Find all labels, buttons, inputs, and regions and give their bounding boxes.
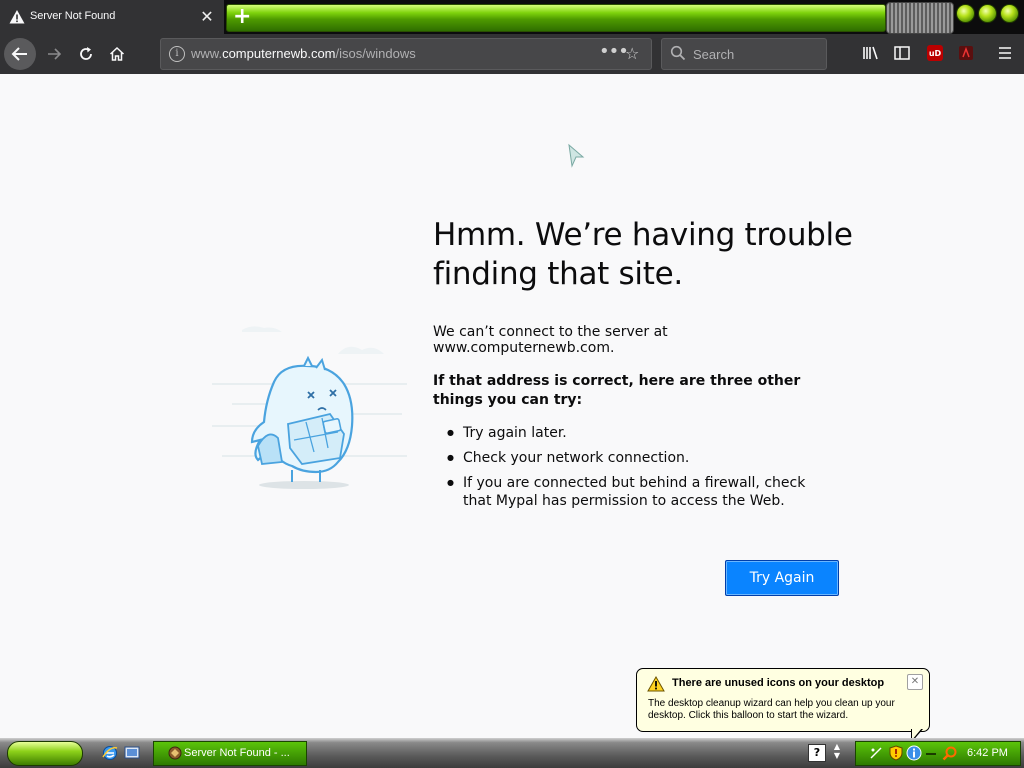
back-button[interactable] — [4, 38, 36, 70]
site-info-icon[interactable]: i — [169, 46, 185, 62]
volume-icon[interactable] — [926, 752, 936, 756]
tab-strip: Server Not Found ✕ + — [0, 0, 1024, 34]
address-bar[interactable]: i www.computernewb.com/isos/windows ••• … — [160, 38, 652, 70]
error-heading: Hmm. We’re having trouble finding that s… — [433, 217, 853, 292]
new-tab-area[interactable]: + — [226, 4, 886, 32]
title-bar-grille[interactable] — [886, 2, 954, 34]
list-item: If you are connected but behind a firewa… — [433, 474, 833, 510]
internet-explorer-icon[interactable] — [101, 744, 119, 762]
error-message: We can’t connect to the server at www.co… — [433, 324, 668, 356]
minimize-button[interactable] — [956, 4, 975, 23]
warning-icon — [9, 10, 25, 24]
try-again-button[interactable]: Try Again — [725, 560, 839, 596]
balloon-text: The desktop cleanup wizard can help you … — [648, 698, 895, 721]
clock[interactable]: 6:42 PM — [967, 747, 1008, 759]
taskbar-item-label: Server Not Found - ... — [184, 747, 290, 759]
show-desktop-icon[interactable] — [123, 744, 141, 762]
forward-arrow-icon — [48, 48, 62, 60]
security-shield-icon[interactable] — [889, 745, 903, 761]
home-button[interactable] — [101, 38, 133, 70]
extension-icon[interactable] — [955, 42, 977, 64]
balloon-close-icon[interactable]: ✕ — [907, 674, 923, 690]
sidebar-icon[interactable] — [891, 42, 913, 64]
list-item: Check your network connection. — [433, 449, 833, 467]
search-placeholder: Search — [693, 47, 735, 62]
tray-expand-icon[interactable]: ▲ ▼ — [832, 742, 842, 760]
update-info-icon[interactable] — [906, 745, 922, 761]
taskbar: Server Not Found - ... ? ▲ ▼ 6:42 PM — [0, 738, 1024, 768]
dinosaur-illustration — [212, 326, 407, 489]
warning-icon — [647, 676, 665, 692]
library-icon[interactable] — [860, 42, 882, 64]
taskbar-item-browser[interactable]: Server Not Found - ... — [153, 741, 307, 766]
ublock-icon[interactable]: uD — [924, 42, 946, 64]
list-item: Try again later. — [433, 424, 833, 442]
help-icon[interactable]: ? — [808, 744, 826, 762]
reload-button[interactable] — [70, 38, 102, 70]
tab-title: Server Not Found — [30, 10, 116, 22]
desktop-cleanup-balloon[interactable]: There are unused icons on your desktop ✕… — [636, 668, 930, 743]
reload-icon — [80, 47, 92, 60]
browser-app-icon — [168, 746, 182, 760]
network-icon[interactable] — [870, 747, 882, 759]
url-text[interactable]: www.computernewb.com/isos/windows — [191, 46, 416, 61]
search-input[interactable]: Search — [661, 38, 827, 70]
balloon-title: There are unused icons on your desktop — [672, 677, 885, 689]
home-icon — [109, 46, 125, 61]
mouse-cursor-icon — [568, 143, 585, 168]
back-arrow-icon — [11, 47, 27, 61]
search-icon — [670, 45, 686, 61]
bookmark-star-icon[interactable]: ☆ — [625, 44, 639, 63]
hamburger-menu-icon[interactable] — [994, 42, 1016, 64]
tab-server-not-found[interactable]: Server Not Found ✕ — [0, 0, 224, 34]
suggestions-heading: If that address is correct, here are thr… — [433, 373, 801, 408]
search-tray-icon[interactable] — [942, 745, 958, 761]
system-tray: 6:42 PM — [855, 741, 1021, 766]
navigation-toolbar: i www.computernewb.com/isos/windows ••• … — [0, 34, 1024, 74]
suggestions-list: Try again later. Check your network conn… — [433, 424, 833, 517]
close-window-button[interactable] — [1000, 4, 1019, 23]
new-tab-button[interactable]: + — [233, 4, 251, 30]
maximize-button[interactable] — [978, 4, 997, 23]
start-button[interactable] — [7, 741, 83, 766]
page-actions-icon[interactable]: ••• — [599, 41, 629, 62]
tab-close-icon[interactable]: ✕ — [198, 8, 216, 26]
forward-button[interactable] — [38, 38, 70, 70]
